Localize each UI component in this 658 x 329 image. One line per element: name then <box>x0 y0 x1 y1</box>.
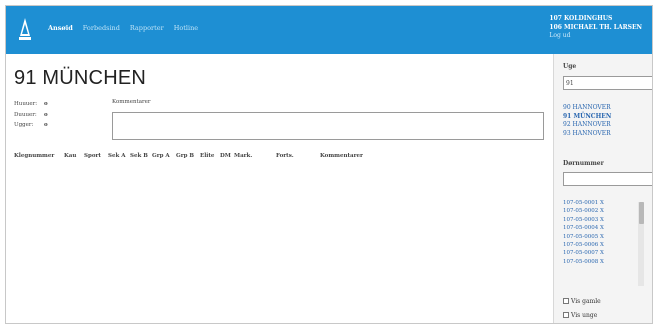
logo-icon[interactable] <box>17 16 33 44</box>
sidebar-checkboxes: Vis gamle Vis unge <box>563 295 601 323</box>
vis-unge-option[interactable]: Vis unge <box>563 309 601 323</box>
page-title: 91 MÜNCHEN <box>14 67 147 89</box>
meta-label: Huuuer: <box>14 101 38 107</box>
meta-label: Ugger: <box>14 122 34 128</box>
meta-label: Duuuer: <box>14 111 37 118</box>
dok-scrollbar-thumb[interactable] <box>639 202 644 224</box>
comment-label: Kommentarer <box>112 99 151 105</box>
top-bar: Ansøid Forbedsind Rapporter Hotline 107 … <box>6 6 652 54</box>
user-info: 107 KOLDINGHUS 106 MICHAEL TH. LARSEN Lo… <box>549 15 642 41</box>
logout-link[interactable]: Log ud <box>549 32 642 41</box>
col-grp-a: Grp A <box>152 153 170 159</box>
checkbox-icon[interactable] <box>563 298 569 304</box>
meta-value: o <box>44 101 48 107</box>
uge-item[interactable]: 92 HANNOVER <box>563 121 611 130</box>
meta-value: o <box>44 122 48 128</box>
col-kommentarer: Kommentarer <box>320 153 363 159</box>
dok-label: Dørnummer <box>563 160 604 167</box>
uge-item[interactable]: 93 HANNOVER <box>563 130 611 139</box>
uge-item-selected[interactable]: 91 MÜNCHEN <box>563 113 611 122</box>
uge-input[interactable]: 91 <box>563 76 652 90</box>
dok-input[interactable] <box>563 172 652 186</box>
comment-textarea[interactable] <box>112 112 544 140</box>
checkbox-icon[interactable] <box>563 312 569 318</box>
main-nav: Ansøid Forbedsind Rapporter Hotline <box>48 24 198 32</box>
vis-unge-label: Vis unge <box>571 312 598 319</box>
uge-list: 90 HANNOVER 91 MÜNCHEN 92 HANNOVER 93 HA… <box>563 104 611 138</box>
col-elite: Elite <box>200 153 215 159</box>
vis-gamle-option[interactable]: Vis gamle <box>563 295 601 309</box>
col-grp-b: Grp B <box>176 153 195 159</box>
col-dm: DM <box>220 153 231 159</box>
app-frame: Ansøid Forbedsind Rapporter Hotline 107 … <box>5 5 653 324</box>
col-sport: Sport <box>84 153 101 159</box>
col-kau: Kau <box>64 153 77 159</box>
meta-row: Huuuer: o <box>14 99 48 110</box>
sidebar: Uge 91 90 HANNOVER 91 MÜNCHEN 92 HANNOVE… <box>554 54 652 323</box>
nav-item-rapporter[interactable]: Rapporter <box>130 24 164 32</box>
col-forts: Forts. <box>276 153 294 159</box>
meta-value: o <box>44 111 48 118</box>
col-sek-a: Sek A <box>108 153 126 159</box>
meta-row: Duuuer: o <box>14 110 48 121</box>
user-location: 107 KOLDINGHUS <box>549 15 613 22</box>
col-mark: Mark. <box>234 153 253 159</box>
uge-item[interactable]: 90 HANNOVER <box>563 104 611 113</box>
nav-item-forbedsind[interactable]: Forbedsind <box>83 24 120 32</box>
col-sek-b: Sek B <box>130 153 148 159</box>
col-klegnummer: Klegnummer <box>14 153 55 159</box>
nav-item-hotline[interactable]: Hotline <box>174 24 198 32</box>
nav-item-ansoid[interactable]: Ansøid <box>48 24 73 32</box>
vis-gamle-label: Vis gamle <box>571 298 601 305</box>
uge-label: Uge <box>563 63 577 70</box>
user-name: 106 MICHAEL TH. LARSEN <box>549 23 642 31</box>
meta-info: Huuuer: o Duuuer: o Ugger: o <box>14 99 48 131</box>
meta-row: Ugger: o <box>14 120 48 131</box>
